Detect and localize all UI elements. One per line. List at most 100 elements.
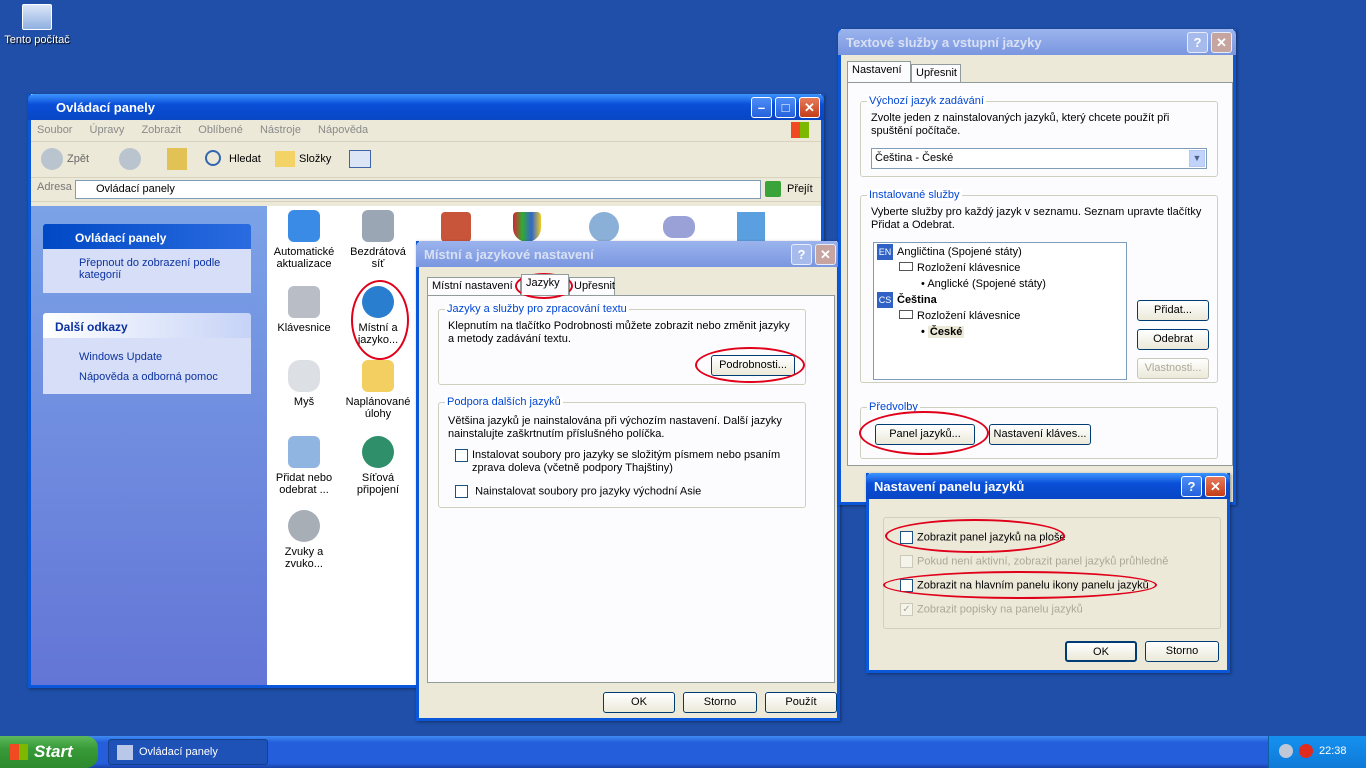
address-input[interactable]: Ovládací panely xyxy=(75,180,761,199)
system-icon[interactable] xyxy=(737,212,765,242)
date-time-icon[interactable] xyxy=(589,212,619,242)
tree-item-english[interactable]: EN Angličtina (Spojené státy) xyxy=(877,244,1123,260)
installed-services-tree[interactable]: EN Angličtina (Spojené státy) Rozložení k… xyxy=(873,242,1127,380)
complex-script-checkbox[interactable] xyxy=(455,449,468,462)
taskbar-item-control-panel[interactable]: Ovládací panely xyxy=(108,739,268,765)
start-button[interactable]: Start xyxy=(0,736,98,768)
network-icon-item[interactable]: Síťová připojení xyxy=(343,436,413,496)
auto-updates-icon-item[interactable]: Automatické aktualizace xyxy=(269,210,339,270)
search-icon[interactable] xyxy=(205,150,221,166)
show-on-desktop-checkbox[interactable] xyxy=(900,531,913,544)
help-link[interactable]: Nápověda a odborná pomoc xyxy=(79,367,251,387)
tab-advanced[interactable]: Upřesnit xyxy=(569,277,615,295)
cs-layout-label: České xyxy=(927,326,965,338)
language-bar-button[interactable]: Panel jazyků... xyxy=(875,424,975,445)
tab-advanced[interactable]: Upřesnit xyxy=(911,64,961,82)
show-taskbar-icons-checkbox[interactable] xyxy=(900,579,913,592)
up-folder-icon[interactable] xyxy=(167,148,187,170)
cancel-button[interactable]: Storno xyxy=(683,692,757,713)
my-computer-desktop-icon[interactable]: Tento počítač xyxy=(2,4,72,46)
east-asia-checkbox[interactable] xyxy=(455,485,468,498)
keyboard-icon-item[interactable]: Klávesnice xyxy=(269,286,339,334)
text-services-group-title: Jazyky a služby pro zpracování textu xyxy=(445,303,629,315)
folders-button[interactable]: Složky xyxy=(299,153,331,165)
menu-favorites[interactable]: Oblíbené xyxy=(198,124,243,136)
tab-settings[interactable]: Nastavení xyxy=(847,61,911,82)
windows-update-link[interactable]: Windows Update xyxy=(79,347,251,367)
network-tray-icon[interactable] xyxy=(1279,744,1293,758)
go-button[interactable]: Přejít xyxy=(787,183,813,195)
tree-item-cs-keyboard[interactable]: Rozložení klávesnice xyxy=(877,308,1123,324)
go-arrow-icon[interactable] xyxy=(765,181,781,197)
regional-titlebar: Místní a jazykové nastavení ? ✕ xyxy=(416,241,840,267)
menu-help[interactable]: Nápověda xyxy=(318,124,368,136)
menu-view[interactable]: Zobrazit xyxy=(141,124,181,136)
game-controller-icon[interactable] xyxy=(663,216,695,238)
tab-regional[interactable]: Místní nastavení xyxy=(427,277,521,295)
key-settings-button[interactable]: Nastavení kláves... xyxy=(989,424,1091,445)
tab-advanced-label: Upřesnit xyxy=(916,67,957,79)
maximize-button[interactable]: □ xyxy=(775,97,796,118)
side-panel: Ovládací panely Přepnout do zobrazení po… xyxy=(31,206,267,685)
forward-arrow-icon[interactable] xyxy=(119,148,141,170)
remove-button[interactable]: Odebrat xyxy=(1137,329,1209,350)
cancel-button[interactable]: Storno xyxy=(1145,641,1219,662)
globe-shield-icon xyxy=(288,210,320,242)
taskbar: Start Ovládací panely 22:38 xyxy=(0,736,1366,768)
add-button[interactable]: Přidat... xyxy=(1137,300,1209,321)
tree-item-czech[interactable]: CS Čeština xyxy=(877,292,1123,308)
default-language-select[interactable]: Čeština - České ▼ xyxy=(871,148,1207,169)
ok-button[interactable]: OK xyxy=(1065,641,1137,662)
transparent-checkbox xyxy=(900,555,913,568)
back-arrow-icon[interactable] xyxy=(41,148,63,170)
help-button[interactable]: ? xyxy=(1187,32,1208,53)
firewall-icon[interactable] xyxy=(441,212,471,242)
supplemental-description: Většina jazyků je nainstalována při vých… xyxy=(448,415,782,440)
chevron-down-icon[interactable]: ▼ xyxy=(1189,150,1205,167)
complex-script-checkbox-row[interactable]: Instalovat soubory pro jazyky se složitý… xyxy=(455,449,795,475)
sounds-icon-item[interactable]: Zvuky a zvuko... xyxy=(269,510,339,570)
security-shield-icon[interactable] xyxy=(513,212,541,242)
east-asia-label: Nainstalovat soubory pro jazyky východní… xyxy=(475,485,702,498)
menu-file[interactable]: Soubor xyxy=(37,124,72,136)
network-label: Síťová připojení xyxy=(356,472,400,496)
close-button[interactable]: ✕ xyxy=(799,97,820,118)
apply-button[interactable]: Použít xyxy=(765,692,837,713)
show-on-desktop-row[interactable]: Zobrazit panel jazyků na ploše xyxy=(900,531,1066,544)
views-icon[interactable] xyxy=(349,150,371,168)
menu-tools[interactable]: Nástroje xyxy=(260,124,301,136)
menu-edit[interactable]: Úpravy xyxy=(90,124,125,136)
help-button[interactable]: ? xyxy=(1181,476,1202,497)
cs-language-label: Čeština xyxy=(897,294,937,306)
mouse-icon-item[interactable]: Myš xyxy=(269,360,339,408)
switch-view-link[interactable]: Přepnout do zobrazení podle kategorií xyxy=(79,257,220,281)
close-button[interactable]: ✕ xyxy=(1205,476,1226,497)
en-layout-label: Anglické (Spojené státy) xyxy=(927,278,1046,290)
scheduled-tasks-icon-item[interactable]: Naplánované úlohy xyxy=(343,360,413,420)
regional-icon-item[interactable]: Místní a jazyko... xyxy=(343,286,413,346)
ok-button[interactable]: OK xyxy=(603,692,675,713)
close-button[interactable]: ✕ xyxy=(1211,32,1232,53)
wireless-icon-item[interactable]: Bezdrátová síť xyxy=(343,210,413,270)
properties-button[interactable]: Vlastnosti... xyxy=(1137,358,1209,379)
east-asia-checkbox-row[interactable]: Nainstalovat soubory pro jazyky východní… xyxy=(455,485,701,498)
details-button[interactable]: Podrobnosti... xyxy=(711,355,795,376)
help-button[interactable]: ? xyxy=(791,244,812,265)
tab-advanced-label: Upřesnit xyxy=(574,280,615,292)
side-panel-header[interactable]: Ovládací panely xyxy=(43,224,251,249)
tab-languages[interactable]: Jazyky xyxy=(521,274,569,295)
back-button[interactable]: Zpět xyxy=(67,153,89,165)
tree-item-cs-layout[interactable]: • České xyxy=(877,324,1123,340)
clock[interactable]: 22:38 xyxy=(1319,745,1347,757)
menu-bar: Soubor Úpravy Zobrazit Oblíbené Nástroje… xyxy=(31,120,821,142)
show-taskbar-icons-row[interactable]: Zobrazit na hlavním panelu ikony panelu … xyxy=(900,579,1149,592)
folders-icon[interactable] xyxy=(275,151,295,167)
tree-item-en-keyboard[interactable]: Rozložení klávesnice xyxy=(877,260,1123,276)
tree-item-en-layout[interactable]: • Anglické (Spojené státy) xyxy=(877,276,1123,292)
add-remove-icon-item[interactable]: Přidat nebo odebrat ... xyxy=(269,436,339,496)
minimize-button[interactable]: – xyxy=(751,97,772,118)
search-button[interactable]: Hledat xyxy=(229,153,261,165)
security-alert-icon[interactable] xyxy=(1299,744,1313,758)
close-button[interactable]: ✕ xyxy=(815,244,836,265)
other-links-header[interactable]: Další odkazy xyxy=(43,313,251,338)
